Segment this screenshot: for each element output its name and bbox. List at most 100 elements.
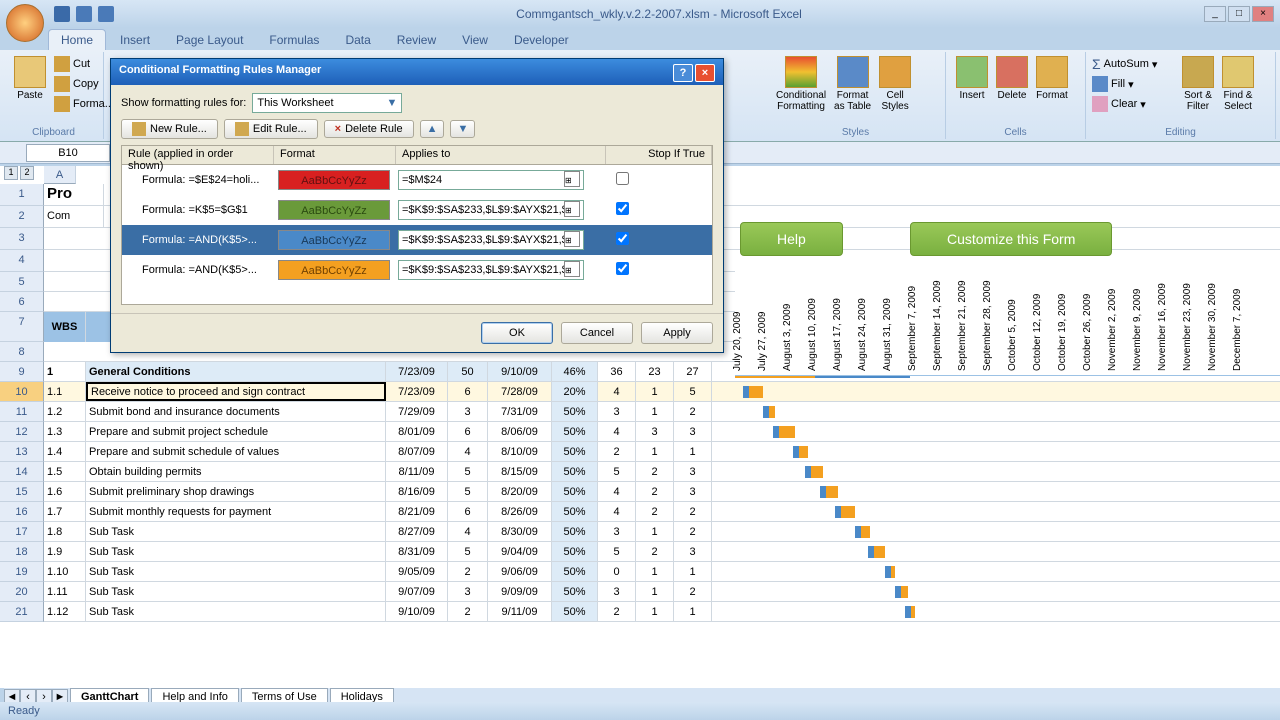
table-row[interactable]: 1.2Submit bond and insurance documents7/… (44, 402, 1280, 422)
sort-filter-button[interactable]: Sort & Filter (1178, 54, 1218, 114)
stop-if-true-checkbox[interactable] (616, 262, 629, 275)
save-icon[interactable] (54, 6, 70, 22)
table-row[interactable]: 1.8Sub Task8/27/0948/30/0950%312 (44, 522, 1280, 542)
outline-level-1[interactable]: 1 (4, 166, 18, 180)
row-header[interactable]: 3 (0, 228, 44, 250)
delete-rule-button[interactable]: ×Delete Rule (324, 120, 414, 138)
table-row[interactable]: 1.10Sub Task9/05/0929/06/0950%011 (44, 562, 1280, 582)
dialog-titlebar[interactable]: Conditional Formatting Rules Manager ? × (111, 59, 723, 85)
copy-icon (54, 76, 70, 92)
row-header[interactable]: 15 (0, 482, 44, 502)
fill-button[interactable]: Fill▾ (1092, 74, 1178, 94)
maximize-button[interactable]: □ (1228, 6, 1250, 22)
undo-icon[interactable] (76, 6, 92, 22)
ribbon-tab-formulas[interactable]: Formulas (257, 30, 331, 50)
dialog-close-button[interactable]: × (695, 64, 715, 82)
range-picker-icon[interactable]: ⊞ (564, 201, 580, 217)
ribbon-tab-page-layout[interactable]: Page Layout (164, 30, 255, 50)
ribbon-tab-data[interactable]: Data (333, 30, 382, 50)
rule-row[interactable]: Formula: =K$5=$G$1AaBbCcYyZz=$K$9:$SA$23… (122, 195, 712, 225)
cell-styles-button[interactable]: Cell Styles (875, 54, 915, 114)
table-row[interactable]: 1.5Obtain building permits8/11/0958/15/0… (44, 462, 1280, 482)
name-box[interactable]: B10 (26, 144, 110, 162)
row-header[interactable]: 19 (0, 562, 44, 582)
cut-button[interactable]: Cut (54, 54, 114, 74)
applies-to-input[interactable]: =$K$9:$SA$233,$L$9:$AYX$21,$K$2⊞ (398, 230, 584, 250)
redo-icon[interactable] (98, 6, 114, 22)
stop-if-true-checkbox[interactable] (616, 202, 629, 215)
minimize-button[interactable]: _ (1204, 6, 1226, 22)
insert-cells-button[interactable]: Insert (952, 54, 992, 103)
move-down-button[interactable]: ▼ (450, 120, 475, 138)
delete-cells-button[interactable]: Delete (992, 54, 1032, 103)
table-row[interactable]: 1.12Sub Task9/10/0929/11/0950%211 (44, 602, 1280, 622)
move-up-button[interactable]: ▲ (420, 120, 445, 138)
table-row[interactable]: 1.4Prepare and submit schedule of values… (44, 442, 1280, 462)
stop-if-true-checkbox[interactable] (616, 232, 629, 245)
dialog-help-button[interactable]: ? (673, 64, 693, 82)
stop-if-true-checkbox[interactable] (616, 172, 629, 185)
copy-button[interactable]: Copy (54, 74, 114, 94)
ribbon-tab-developer[interactable]: Developer (502, 30, 581, 50)
ribbon-tab-review[interactable]: Review (385, 30, 448, 50)
chevron-down-icon: ▾ (1140, 98, 1146, 111)
applies-to-input[interactable]: =$K$9:$SA$233,$L$9:$AYX$21,$K$2⊞ (398, 260, 584, 280)
row-header[interactable]: 14 (0, 462, 44, 482)
row-header[interactable]: 21 (0, 602, 44, 622)
table-row[interactable]: 1.7Submit monthly requests for payment8/… (44, 502, 1280, 522)
format-painter-button[interactable]: Forma... (54, 94, 114, 114)
row-header[interactable]: 17 (0, 522, 44, 542)
customize-button[interactable]: Customize this Form (910, 222, 1112, 256)
range-picker-icon[interactable]: ⊞ (564, 261, 580, 277)
office-button[interactable] (6, 4, 44, 42)
row-header[interactable]: 1 (0, 184, 44, 206)
row-header[interactable]: 13 (0, 442, 44, 462)
clear-button[interactable]: Clear▾ (1092, 94, 1178, 114)
conditional-formatting-button[interactable]: Conditional Formatting (772, 54, 830, 114)
row-headers: 123456789101112131415161718192021 (0, 184, 44, 622)
range-picker-icon[interactable]: ⊞ (564, 231, 580, 247)
table-row[interactable]: 1.9Sub Task8/31/0959/04/0950%523 (44, 542, 1280, 562)
applies-to-input[interactable]: =$M$24⊞ (398, 170, 584, 190)
apply-button[interactable]: Apply (641, 322, 713, 344)
table-row[interactable]: 1.11Sub Task9/07/0939/09/0950%312 (44, 582, 1280, 602)
row-header[interactable]: 7 (0, 312, 44, 342)
applies-to-input[interactable]: =$K$9:$SA$233,$L$9:$AYX$21,$K$2⊞ (398, 200, 584, 220)
rule-row[interactable]: Formula: =$E$24=holi...AaBbCcYyZz=$M$24⊞ (122, 165, 712, 195)
row-header[interactable]: 9 (0, 362, 44, 382)
autosum-button[interactable]: ΣAutoSum▾ (1092, 54, 1178, 74)
rule-row[interactable]: Formula: =AND(K$5>...AaBbCcYyZz=$K$9:$SA… (122, 225, 712, 255)
row-header[interactable]: 8 (0, 342, 44, 362)
col-a[interactable]: A (44, 166, 76, 184)
table-row[interactable]: 1.3Prepare and submit project schedule8/… (44, 422, 1280, 442)
scope-dropdown[interactable]: This Worksheet ▼ (252, 93, 402, 113)
row-header[interactable]: 16 (0, 502, 44, 522)
paste-button[interactable]: Paste (10, 54, 50, 114)
row-header[interactable]: 20 (0, 582, 44, 602)
ribbon-tab-view[interactable]: View (450, 30, 500, 50)
close-button[interactable]: × (1252, 6, 1274, 22)
row-header[interactable]: 5 (0, 272, 44, 292)
format-cells-button[interactable]: Format (1032, 54, 1072, 103)
row-header[interactable]: 4 (0, 250, 44, 272)
ribbon-tab-insert[interactable]: Insert (108, 30, 162, 50)
edit-rule-button[interactable]: Edit Rule... (224, 119, 318, 139)
row-header[interactable]: 2 (0, 206, 44, 228)
row-header[interactable]: 6 (0, 292, 44, 312)
row-header[interactable]: 12 (0, 422, 44, 442)
rule-row[interactable]: Formula: =AND(K$5>...AaBbCcYyZz=$K$9:$SA… (122, 255, 712, 285)
ribbon-tab-home[interactable]: Home (48, 29, 106, 50)
row-header[interactable]: 11 (0, 402, 44, 422)
table-row[interactable]: 1.6Submit preliminary shop drawings8/16/… (44, 482, 1280, 502)
outline-level-2[interactable]: 2 (20, 166, 34, 180)
cancel-button[interactable]: Cancel (561, 322, 633, 344)
help-button[interactable]: Help (740, 222, 843, 256)
format-as-table-button[interactable]: Format as Table (830, 54, 875, 114)
row-header[interactable]: 10 (0, 382, 44, 402)
table-row[interactable]: 1.1Receive notice to proceed and sign co… (44, 382, 1280, 402)
range-picker-icon[interactable]: ⊞ (564, 171, 580, 187)
new-rule-button[interactable]: New Rule... (121, 119, 218, 139)
row-header[interactable]: 18 (0, 542, 44, 562)
find-select-button[interactable]: Find & Select (1218, 54, 1258, 114)
ok-button[interactable]: OK (481, 322, 553, 344)
